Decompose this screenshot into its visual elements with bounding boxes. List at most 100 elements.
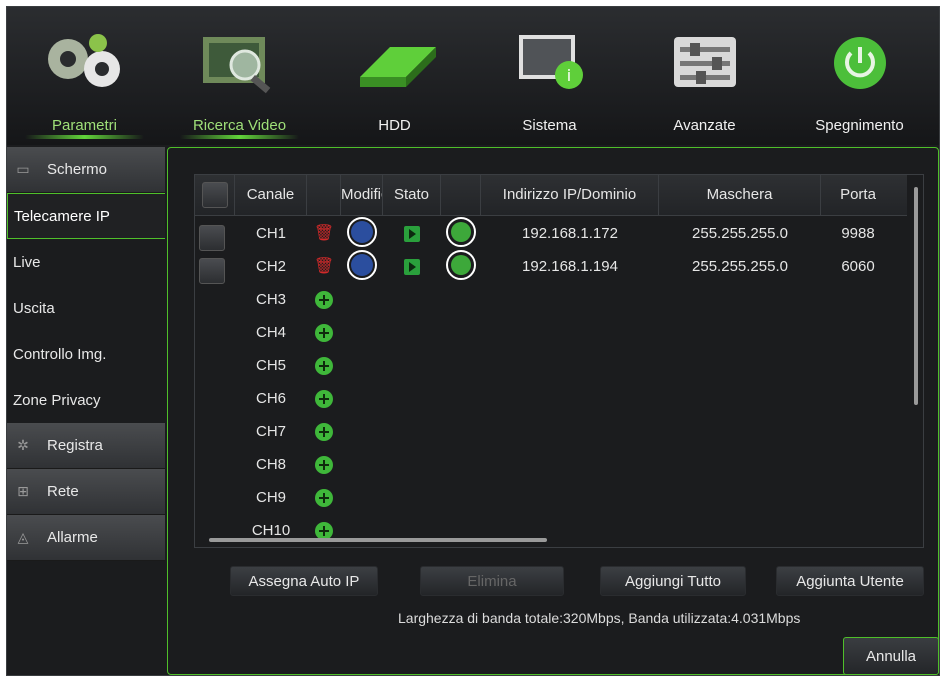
sidebar: ▭ Schermo Telecamere IP Live Uscita Cont… bbox=[7, 147, 165, 675]
add-all-button[interactable]: Aggiungi Tutto bbox=[600, 566, 746, 596]
add-icon[interactable] bbox=[315, 357, 333, 376]
edit-icon[interactable] bbox=[351, 254, 373, 276]
svg-text:i: i bbox=[566, 66, 570, 85]
add-icon[interactable] bbox=[315, 423, 333, 442]
row-checkbox[interactable] bbox=[199, 225, 225, 252]
status-cell bbox=[383, 217, 441, 250]
setup-cell bbox=[441, 217, 481, 250]
record-icon: ✲ bbox=[17, 437, 29, 453]
sidebar-item-registra[interactable]: ✲ Registra bbox=[7, 423, 165, 469]
ip-camera-table: Canale Modifica Stato Indirizzo IP/Domin… bbox=[194, 174, 924, 548]
header-select-all-cell bbox=[195, 175, 235, 215]
channel-cell: CH8 bbox=[255, 456, 286, 473]
sidebar-item-uscita[interactable]: Uscita bbox=[7, 285, 165, 331]
delete-camera-cell: 🗑 bbox=[307, 217, 341, 250]
row-checkbox[interactable] bbox=[199, 258, 225, 285]
sidebar-item-label: Zone Privacy bbox=[13, 391, 101, 409]
nav-label: Avanzate bbox=[673, 117, 736, 134]
trash-icon[interactable]: 🗑 bbox=[314, 258, 334, 275]
header-stato: Stato bbox=[383, 175, 441, 215]
table-row: CH9 bbox=[195, 481, 907, 514]
add-icon[interactable] bbox=[315, 489, 333, 508]
settings-note-icon[interactable] bbox=[451, 222, 471, 242]
edit-icon[interactable] bbox=[351, 221, 373, 243]
trash-icon[interactable]: 🗑 bbox=[314, 225, 334, 242]
sidebar-item-zone-privacy[interactable]: Zone Privacy bbox=[7, 377, 165, 423]
add-icon[interactable] bbox=[315, 456, 333, 475]
header-mask: Maschera bbox=[659, 175, 821, 215]
add-user-button[interactable]: Aggiunta Utente bbox=[776, 566, 924, 596]
header-ip: Indirizzo IP/Dominio bbox=[481, 175, 659, 215]
header-delete bbox=[307, 175, 341, 215]
table-row: CH4 bbox=[195, 316, 907, 349]
channel-cell: CH6 bbox=[255, 390, 286, 407]
sidebar-item-label: Allarme bbox=[47, 529, 98, 546]
delete-button[interactable]: Elimina bbox=[420, 566, 564, 596]
sidebar-item-label: Live bbox=[13, 253, 41, 271]
select-all-checkbox[interactable] bbox=[201, 182, 228, 209]
gears-icon bbox=[40, 29, 130, 104]
vertical-scrollbar-thumb[interactable] bbox=[914, 187, 918, 405]
sidebar-item-label: Controllo Img. bbox=[13, 345, 107, 363]
channel-cell: CH1 bbox=[255, 225, 286, 242]
nav-label: Parametri bbox=[51, 117, 118, 134]
channel-cell: CH4 bbox=[255, 324, 286, 341]
cancel-button[interactable]: Annulla bbox=[843, 637, 939, 675]
vertical-scrollbar[interactable] bbox=[911, 179, 921, 543]
main-panel: Canale Modifica Stato Indirizzo IP/Domin… bbox=[167, 147, 939, 675]
table-header: Canale Modifica Stato Indirizzo IP/Domin… bbox=[195, 175, 907, 216]
horizontal-scrollbar-thumb[interactable] bbox=[209, 538, 547, 542]
sidebar-item-label: Schermo bbox=[47, 161, 108, 178]
nav-label: Spegnimento bbox=[815, 117, 904, 134]
table-row: CH2 🗑 192.168.1.194 255.255.255.0 6060 bbox=[195, 250, 907, 285]
ip-cell: 192.168.1.172 bbox=[522, 225, 618, 242]
add-camera-cell bbox=[307, 349, 341, 382]
monitor-icon: ▭ bbox=[16, 161, 30, 177]
settings-note-icon[interactable] bbox=[451, 255, 471, 275]
nav-spegnimento[interactable]: Spegnimento bbox=[782, 7, 937, 145]
row-checkbox-cell bbox=[199, 221, 225, 252]
sidebar-item-live[interactable]: Live bbox=[7, 239, 165, 285]
play-icon[interactable] bbox=[404, 259, 420, 276]
add-camera-cell bbox=[307, 382, 341, 415]
alarm-icon: ◬ bbox=[17, 529, 29, 545]
setup-highlight-ring bbox=[446, 250, 476, 280]
add-camera-cell bbox=[307, 316, 341, 349]
nav-avanzate[interactable]: Avanzate bbox=[627, 7, 782, 145]
table-row: CH8 bbox=[195, 448, 907, 481]
edit-highlight-ring bbox=[347, 250, 377, 280]
sidebar-item-controllo-img[interactable]: Controllo Img. bbox=[7, 331, 165, 377]
sliders-icon bbox=[660, 29, 750, 104]
sidebar-item-label: Registra bbox=[47, 437, 103, 454]
header-canale: Canale bbox=[235, 175, 307, 215]
mask-cell: 255.255.255.0 bbox=[692, 225, 788, 242]
nav-sistema[interactable]: i Sistema bbox=[472, 7, 627, 145]
video-search-icon bbox=[195, 29, 285, 104]
sidebar-item-allarme[interactable]: ◬ Allarme bbox=[7, 515, 165, 561]
horizontal-scrollbar[interactable] bbox=[199, 535, 899, 545]
play-icon[interactable] bbox=[404, 226, 420, 243]
add-camera-cell bbox=[307, 481, 341, 514]
sidebar-item-label: Uscita bbox=[13, 299, 55, 317]
nav-label: Ricerca Video bbox=[192, 117, 287, 134]
add-icon[interactable] bbox=[315, 324, 333, 343]
header-modifica: Modifica bbox=[341, 175, 383, 215]
auto-ip-button[interactable]: Assegna Auto IP bbox=[230, 566, 378, 596]
add-camera-cell bbox=[307, 448, 341, 481]
nav-parametri[interactable]: Parametri bbox=[7, 7, 162, 145]
add-icon[interactable] bbox=[315, 390, 333, 409]
status-cell bbox=[383, 250, 441, 283]
nav-ricerca-video[interactable]: Ricerca Video bbox=[162, 7, 317, 145]
add-icon[interactable] bbox=[315, 291, 333, 310]
setup-highlight-ring bbox=[446, 217, 476, 247]
add-camera-cell bbox=[307, 283, 341, 316]
sidebar-item-telecamere-ip[interactable]: Telecamere IP bbox=[7, 193, 165, 239]
sidebar-item-label: Rete bbox=[47, 483, 79, 500]
sidebar-item-schermo[interactable]: ▭ Schermo bbox=[7, 147, 165, 193]
sidebar-item-rete[interactable]: ⊞ Rete bbox=[7, 469, 165, 515]
sidebar-item-label: Telecamere IP bbox=[14, 207, 110, 225]
channel-cell: CH7 bbox=[255, 423, 286, 440]
nav-hdd[interactable]: HDD bbox=[317, 7, 472, 145]
channel-cell: CH2 bbox=[255, 258, 286, 275]
ip-camera-settings-window: Parametri Ricerca Video HDD i Sistema Av… bbox=[6, 6, 940, 676]
